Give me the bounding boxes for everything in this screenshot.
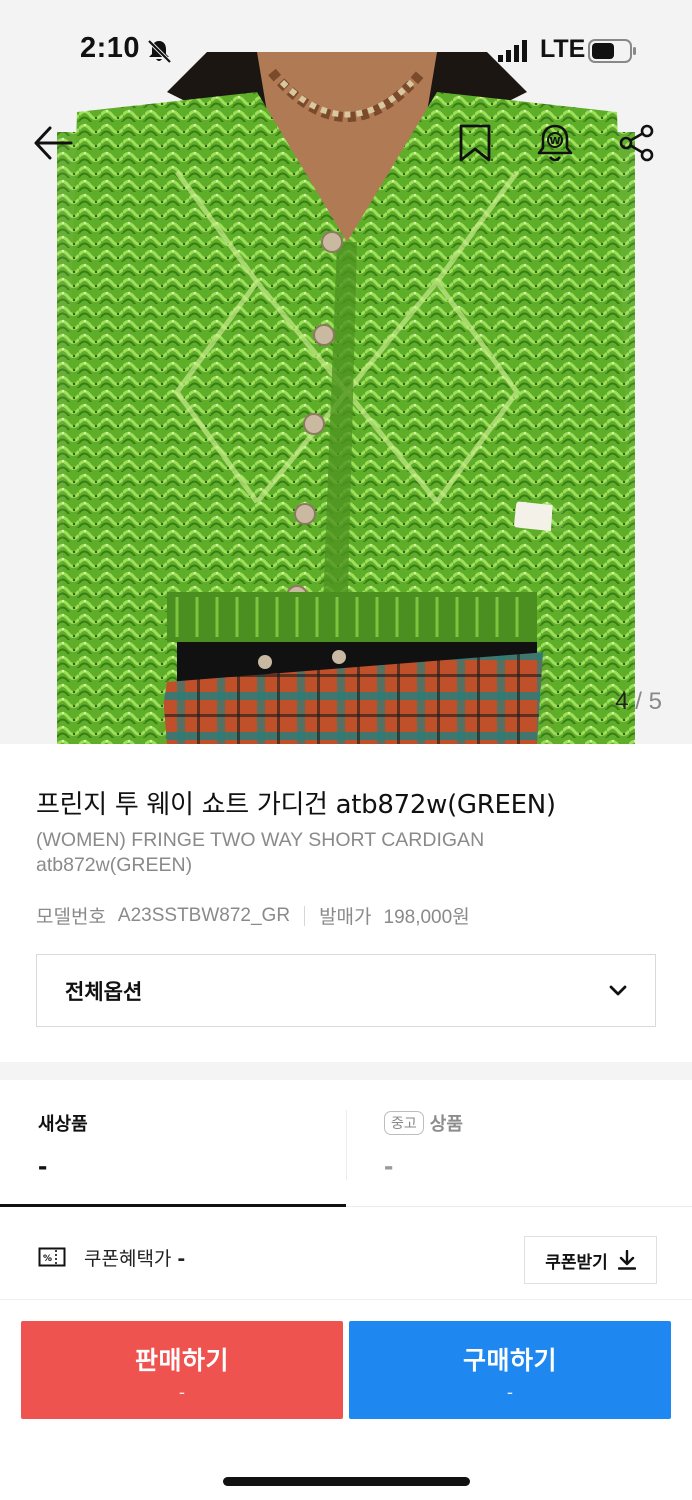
buy-button-price: - — [506, 1383, 514, 1403]
share-button[interactable] — [614, 120, 660, 166]
used-badge: 중고 — [384, 1111, 424, 1135]
release-price-label: 발매가 — [319, 906, 372, 928]
bell-icon: W — [537, 124, 573, 162]
battery-icon — [588, 39, 636, 63]
tab-used-price: - — [384, 1150, 394, 1181]
bookmark-button[interactable] — [452, 120, 498, 166]
image-counter-total: 5 — [648, 688, 662, 715]
product-title-english: (WOMEN) FRINGE TWO WAY SHORT CARDIGAN at… — [36, 829, 485, 876]
sell-button[interactable]: 판매하기 - — [21, 1321, 343, 1419]
bell-off-icon — [147, 39, 172, 64]
product-meta: 모델번호 A23SSTBW872_GR 발매가 198,000원 — [36, 902, 470, 929]
product-image-gallery[interactable]: 2:10 LTE W 4 / 5 — [0, 0, 692, 744]
model-number-label: 모델번호 — [36, 906, 106, 928]
meta-divider — [304, 905, 306, 926]
sell-button-label: 판매하기 — [134, 1346, 229, 1375]
get-coupon-button[interactable]: 쿠폰받기 — [524, 1236, 657, 1284]
tab-used-product[interactable]: 중고 상품 - — [346, 1080, 692, 1207]
network-type: LTE — [540, 35, 586, 63]
image-counter-current: 4 — [615, 688, 629, 715]
coupon-icon: % — [38, 1247, 66, 1267]
home-indicator[interactable] — [223, 1477, 470, 1486]
arrow-left-icon — [34, 126, 73, 160]
product-info: 프린지 투 웨이 쇼트 가디건 atb872w(GREEN) (WOMEN) F… — [0, 744, 692, 1062]
price-alert-button[interactable]: W — [532, 120, 578, 166]
model-number-value: A23SSTBW872_GR — [117, 904, 291, 926]
tab-new-label: 새상품 — [38, 1114, 88, 1135]
svg-text:%: % — [43, 1254, 52, 1264]
tab-used-label: 상품 — [429, 1114, 463, 1135]
size-option-dropdown[interactable]: 전체옵션 — [36, 954, 656, 1027]
back-button[interactable] — [30, 120, 76, 166]
chevron-down-icon — [609, 985, 627, 995]
bottom-action-bar: 판매하기 - 구매하기 - — [0, 1299, 692, 1500]
sell-button-price: - — [178, 1383, 186, 1403]
bookmark-icon — [459, 124, 491, 162]
coupon-price-value: - — [177, 1248, 186, 1270]
status-time: 2:10 — [80, 32, 141, 64]
tab-new-product[interactable]: 새상품 - — [0, 1080, 346, 1207]
option-dropdown-label: 전체옵션 — [65, 979, 143, 1004]
status-bar: 2:10 LTE — [0, 0, 692, 100]
section-divider — [0, 1062, 692, 1080]
product-title-korean: 프린지 투 웨이 쇼트 가디건 atb872w(GREEN) — [36, 790, 556, 820]
get-coupon-label: 쿠폰받기 — [545, 1252, 608, 1273]
buy-button-label: 구매하기 — [462, 1346, 557, 1375]
coupon-price: 쿠폰혜택가 - — [84, 1244, 185, 1271]
condition-tabs: 새상품 - 중고 상품 - — [0, 1080, 692, 1207]
release-price-value: 198,000원 — [383, 907, 470, 928]
coupon-price-label: 쿠폰혜택가 — [84, 1248, 172, 1270]
share-icon — [619, 124, 654, 162]
signal-icon — [498, 40, 527, 62]
svg-text:W: W — [549, 136, 560, 147]
coupon-row: % 쿠폰혜택가 - 쿠폰받기 — [0, 1207, 692, 1299]
tab-new-price: - — [38, 1150, 48, 1181]
tab-used-label-group: 중고 상품 — [384, 1110, 463, 1136]
buy-button[interactable]: 구매하기 - — [349, 1321, 671, 1419]
image-counter: 4 / 5 — [615, 688, 662, 716]
image-counter-separator: / — [628, 688, 649, 715]
download-icon — [617, 1250, 636, 1270]
